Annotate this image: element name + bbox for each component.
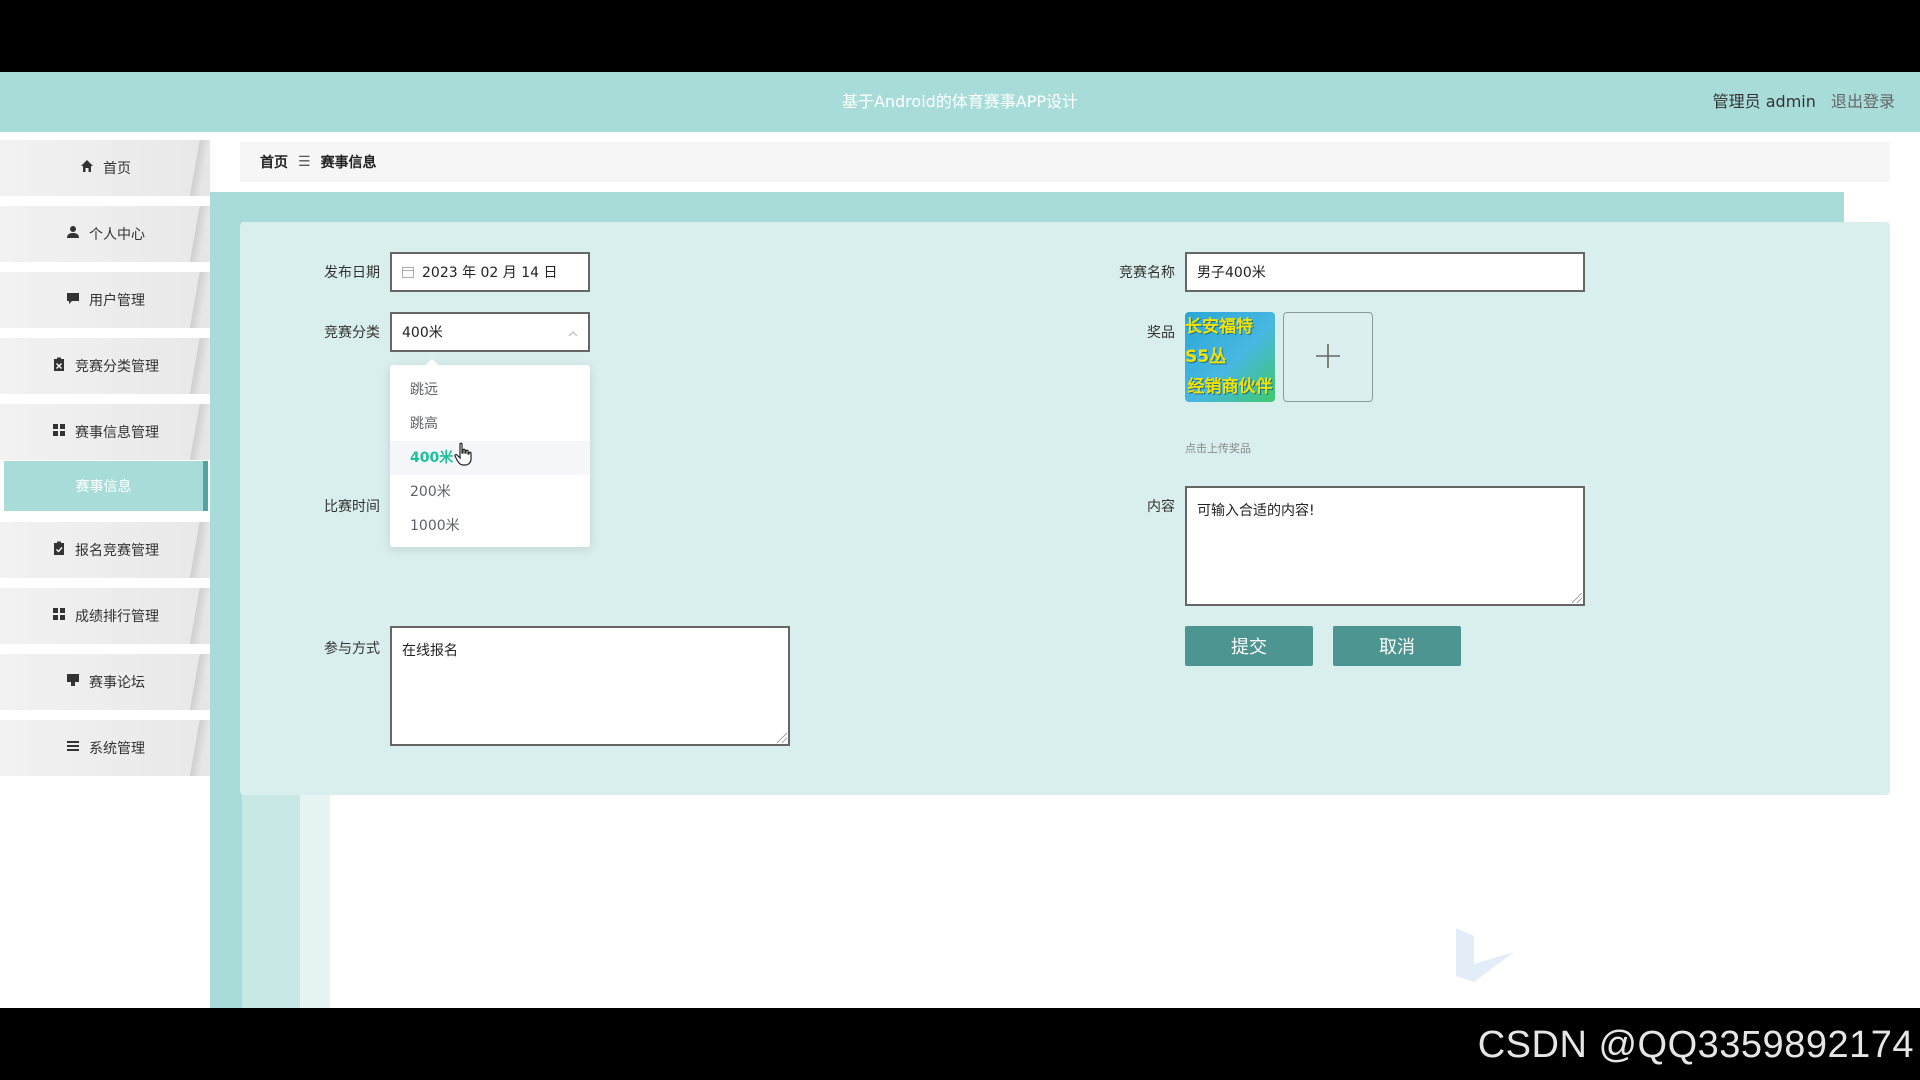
player-logo-icon [1452,924,1518,990]
csdn-watermark: CSDN @QQ3359892174 [1477,1024,1914,1066]
resize-grip-icon[interactable] [1572,593,1582,603]
sidebar-item-ranking-management[interactable]: 成绩排行管理 [0,588,210,644]
dropdown-option-selected[interactable]: 400米 [390,441,590,475]
participation-label: 参与方式 [324,641,380,657]
category-dropdown: 跳远 跳高 400米 200米 1000米 [390,359,590,547]
sidebar-item-home[interactable]: 首页 [0,140,210,196]
publish-date-value: 2023 年 02 月 14 日 [422,265,558,281]
plus-icon [1314,334,1342,380]
header-user-area: 管理员 admin 退出登录 [1713,72,1895,132]
category-select[interactable]: 400米 [390,312,590,352]
event-name-input[interactable]: 男子400米 [1185,252,1585,292]
participation-value: 在线报名 [402,643,458,659]
breadcrumb-home[interactable]: 首页 [260,152,288,172]
upload-hint: 点击上传奖品 [1185,442,1251,455]
clipboard-x-icon [51,357,67,375]
prize-image-text: 长安福特S5丛 [1185,317,1253,367]
event-name-label: 竞赛名称 [1119,265,1175,281]
dropdown-option[interactable]: 跳高 [390,407,590,441]
cancel-button[interactable]: 取消 [1333,626,1461,666]
publish-date-field[interactable]: 2023 年 02 月 14 日 [390,252,590,292]
prize-image[interactable]: 长安福特S5丛 经销商伙伴 [1185,312,1275,402]
dropdown-option[interactable]: 跳远 [390,373,590,407]
sidebar-subitem-event-info[interactable]: 赛事信息 [4,461,208,511]
match-time-label: 比赛时间 [324,499,380,515]
publish-date-label: 发布日期 [324,265,380,281]
dropdown-option[interactable]: 200米 [390,475,590,509]
sidebar-item-label: 报名竞赛管理 [75,543,159,559]
admin-label: 管理员 admin [1712,92,1816,111]
sidebar-item-forum[interactable]: 赛事论坛 [0,654,210,710]
sidebar-item-registration-management[interactable]: 报名竞赛管理 [0,522,210,578]
clipboard-check-icon [51,541,67,559]
forum-icon [65,673,81,691]
sidebar-item-label: 竞赛分类管理 [75,359,159,375]
calendar-icon [402,266,414,278]
sidebar-item-label: 赛事信息管理 [75,425,159,441]
sidebar-item-label: 用户管理 [89,293,145,309]
sidebar-item-user-management[interactable]: 用户管理 [0,272,210,328]
decor-strip [242,792,300,1008]
content-label: 内容 [1147,499,1175,515]
grid-icon [51,423,67,441]
user-icon [65,225,81,243]
chevron-up-icon [568,326,578,342]
decor-band [210,192,1844,222]
app-title: 基于Android的体育赛事APP设计 [841,92,1079,111]
content-value: 可输入合适的内容! [1197,503,1315,519]
event-name-value: 男子400米 [1197,265,1266,281]
sidebar-item-label: 成绩排行管理 [75,609,159,625]
prize-image-text: 经销商伙伴 [1187,377,1273,397]
app-window: 基于Android的体育赛事APP设计 管理员 admin 退出登录 首页 ☰ … [0,72,1920,1008]
hand-cursor-icon [454,442,472,472]
submit-button[interactable]: 提交 [1185,626,1313,666]
sidebar-subitem-label: 赛事信息 [75,479,132,495]
participation-textarea[interactable]: 在线报名 [390,626,790,746]
video-letterbox-top [0,0,1920,72]
sidebar-item-label: 首页 [103,161,131,177]
category-label: 竞赛分类 [324,325,380,341]
sidebar-item-category-management[interactable]: 竞赛分类管理 [0,338,210,394]
breadcrumb: 首页 ☰ 赛事信息 [240,142,1890,182]
chat-icon [65,291,81,309]
content-textarea[interactable]: 可输入合适的内容! [1185,486,1585,606]
resize-grip-icon[interactable] [777,733,787,743]
prize-label: 奖品 [1147,325,1175,341]
top-header: 基于Android的体育赛事APP设计 管理员 admin 退出登录 [0,72,1920,132]
sidebar-item-label: 系统管理 [89,741,145,757]
decor-strip [210,192,242,1008]
sidebar: 首页 个人中心 用户管理 竞赛分类管理 赛事信息管理 赛事信息 报名竞赛管理 成… [0,132,210,1008]
dropdown-option[interactable]: 1000米 [390,509,590,543]
breadcrumb-separator-icon: ☰ [298,154,311,170]
list-icon [65,739,81,757]
sidebar-item-event-info-management[interactable]: 赛事信息管理 [0,404,210,460]
category-select-value: 400米 [402,325,443,341]
sidebar-item-system-management[interactable]: 系统管理 [0,720,210,776]
sidebar-item-label: 赛事论坛 [89,675,145,691]
decor-strip [300,792,330,1008]
upload-prize-button[interactable] [1283,312,1373,402]
sidebar-item-label: 个人中心 [89,227,145,243]
sidebar-item-personal-center[interactable]: 个人中心 [0,206,210,262]
grid-icon [51,607,67,625]
breadcrumb-current: 赛事信息 [320,155,377,171]
logout-link[interactable]: 退出登录 [1831,92,1895,111]
home-icon [79,159,95,177]
